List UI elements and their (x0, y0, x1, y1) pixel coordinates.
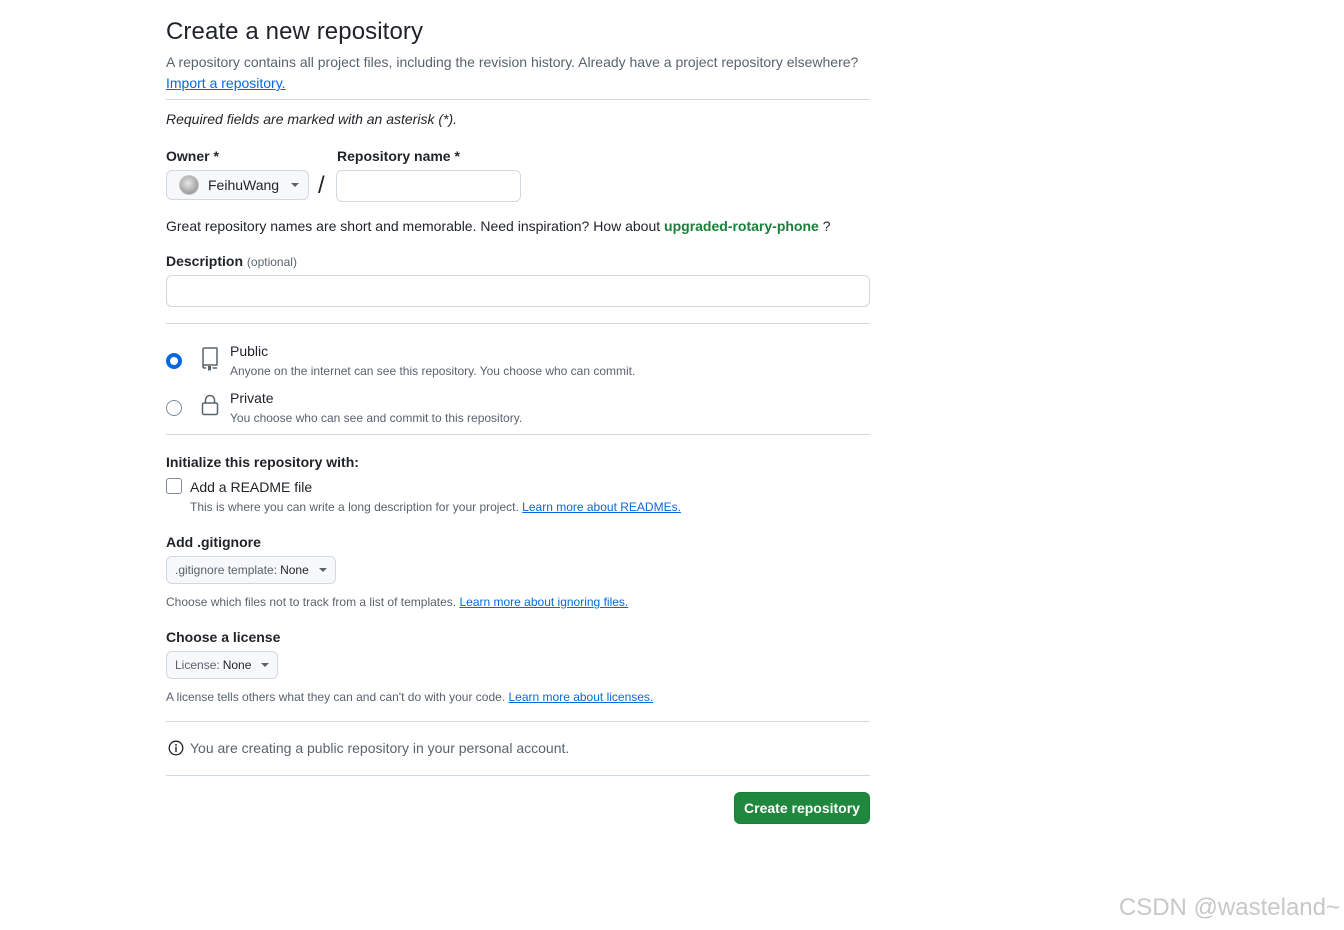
gitignore-select-prefix: .gitignore template: (175, 563, 278, 577)
public-repo-notice: You are creating a public repository in … (168, 740, 569, 756)
page-title: Create a new repository (166, 18, 424, 45)
optional-tag: (optional) (246, 255, 297, 269)
license-description-text: A license tells others what they can and… (166, 690, 506, 704)
add-readme-checkbox[interactable] (166, 478, 182, 494)
gitignore-heading: Add .gitignore (166, 534, 261, 550)
divider (166, 721, 870, 722)
required-fields-note: Required fields are marked with an aster… (166, 111, 458, 127)
public-description: Anyone on the internet can see this repo… (230, 364, 636, 378)
learn-ignoring-files-link[interactable]: Learn more about ignoring files. (459, 595, 628, 609)
license-select-value: None (222, 658, 252, 672)
divider (166, 99, 870, 100)
gitignore-template-dropdown[interactable]: .gitignore template: None (166, 556, 336, 584)
repo-icon (202, 347, 218, 371)
description-label-text: Description (166, 253, 244, 269)
gitignore-description: Choose which files not to track from a l… (166, 595, 628, 609)
notice-text: You are creating a public repository in … (190, 740, 570, 756)
avatar (179, 175, 199, 195)
owner-dropdown[interactable]: FeihuWang (166, 170, 309, 200)
owner-name: FeihuWang (208, 177, 280, 193)
name-hint: Great repository names are short and mem… (166, 218, 831, 234)
description-label: Description (optional) (166, 253, 297, 269)
license-select-prefix: License: (175, 658, 220, 672)
license-heading: Choose a license (166, 629, 281, 645)
private-description: You choose who can see and commit to thi… (230, 411, 523, 425)
page-subtitle: A repository contains all project files,… (166, 52, 870, 94)
readme-description-text: This is where you can write a long descr… (190, 500, 519, 514)
public-radio[interactable] (166, 353, 182, 369)
owner-label: Owner * (166, 148, 219, 164)
lock-icon (201, 394, 219, 416)
add-readme-label[interactable]: Add a README file (190, 479, 312, 495)
import-repository-link[interactable]: Import a repository. (166, 75, 286, 91)
caret-down-icon (318, 568, 327, 572)
learn-readme-link[interactable]: Learn more about READMEs. (522, 500, 681, 514)
private-radio[interactable] (166, 400, 182, 416)
divider (166, 434, 870, 435)
name-hint-text: Great repository names are short and mem… (166, 218, 661, 234)
divider (166, 775, 870, 776)
gitignore-description-text: Choose which files not to track from a l… (166, 595, 457, 609)
repository-name-label: Repository name * (337, 148, 460, 164)
name-suggestion-link[interactable]: upgraded-rotary-phone (664, 218, 819, 234)
name-hint-end: ? (822, 218, 831, 234)
gitignore-select-value: None (280, 563, 309, 577)
repository-name-input[interactable] (336, 170, 521, 202)
caret-down-icon (291, 183, 300, 187)
license-dropdown[interactable]: License: None (166, 651, 279, 679)
private-title: Private (230, 390, 274, 406)
description-input[interactable] (166, 275, 870, 307)
public-title: Public (230, 343, 269, 359)
info-icon (168, 740, 184, 756)
create-repository-button[interactable]: Create repository (734, 792, 870, 824)
divider (166, 323, 870, 324)
caret-down-icon (261, 663, 270, 667)
license-description: A license tells others what they can and… (166, 690, 653, 704)
readme-description: This is where you can write a long descr… (190, 500, 681, 514)
watermark: CSDN @wasteland~ (1118, 894, 1340, 921)
subtitle-text: A repository contains all project files,… (166, 54, 859, 70)
initialize-heading: Initialize this repository with: (166, 454, 359, 470)
learn-licenses-link[interactable]: Learn more about licenses. (509, 690, 654, 704)
owner-repo-separator: / (318, 172, 325, 199)
